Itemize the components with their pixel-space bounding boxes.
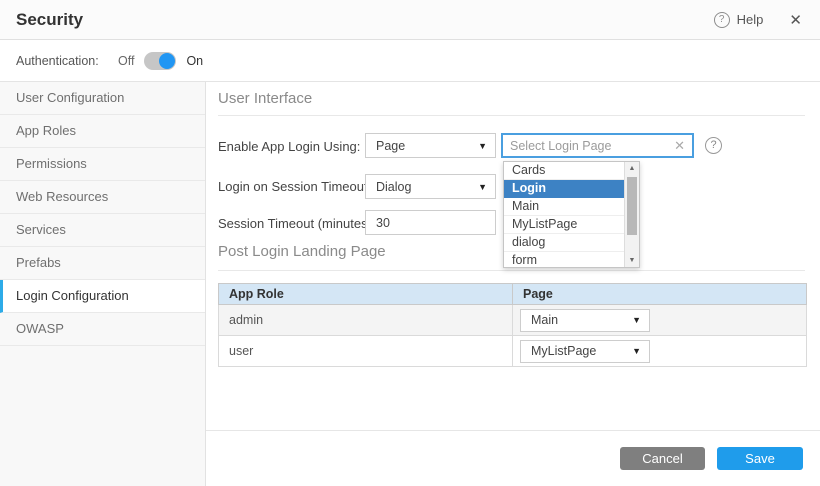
table-row: admin Main ▼ — [218, 305, 807, 336]
toggle-on-label: On — [186, 54, 203, 68]
toggle-knob — [159, 53, 175, 69]
scroll-down-icon[interactable]: ▼ — [625, 254, 639, 267]
sidebar-item-owasp[interactable]: OWASP — [0, 313, 205, 346]
app-role-cell: admin — [219, 305, 512, 335]
sidebar-item-permissions[interactable]: Permissions — [0, 148, 205, 181]
dropdown-option-list: Cards Login Main MyListPage dialog form — [504, 162, 624, 268]
toggle-off-label: Off — [118, 54, 134, 68]
clear-icon[interactable]: ✕ — [674, 138, 685, 154]
column-header-app-role: App Role — [219, 287, 512, 301]
sidebar-item-services[interactable]: Services — [0, 214, 205, 247]
dropdown-option-mylistpage[interactable]: MyListPage — [504, 216, 624, 234]
scrollbar-thumb[interactable] — [627, 177, 637, 235]
authentication-row: Authentication: Off On — [0, 41, 820, 82]
save-button[interactable]: Save — [717, 447, 803, 470]
login-configuration-panel: User Interface Enable App Login Using: P… — [206, 82, 820, 486]
help-icon[interactable]: ? — [714, 12, 730, 28]
session-timeout-login-label: Login on Session Timeout: — [218, 179, 371, 194]
session-timeout-login-select[interactable]: Dialog ▼ — [365, 174, 496, 199]
close-icon[interactable]: ✕ — [789, 11, 802, 29]
field-help-icon[interactable]: ? — [705, 137, 722, 154]
sidebar-item-app-roles[interactable]: App Roles — [0, 115, 205, 148]
user-page-select[interactable]: MyListPage ▼ — [520, 340, 650, 363]
titlebar-actions: ? Help ✕ — [714, 11, 802, 29]
session-timeout-minutes-label: Session Timeout (minutes): — [218, 216, 376, 231]
dropdown-option-form[interactable]: form — [504, 252, 624, 268]
footer-divider — [206, 430, 820, 431]
dropdown-option-dialog[interactable]: dialog — [504, 234, 624, 252]
chevron-down-icon: ▼ — [632, 315, 641, 325]
login-page-search-input[interactable] — [510, 139, 674, 153]
sidebar: User Configuration App Roles Permissions… — [0, 82, 206, 486]
security-dialog: Security ? Help ✕ Authentication: Off On… — [0, 0, 820, 486]
user-interface-section-title: User Interface — [218, 90, 312, 107]
enable-app-login-select[interactable]: Page ▼ — [365, 133, 496, 158]
chevron-down-icon: ▼ — [478, 141, 487, 151]
authentication-label: Authentication: — [16, 54, 118, 68]
authentication-toggle[interactable] — [144, 52, 176, 70]
sidebar-item-user-configuration[interactable]: User Configuration — [0, 82, 205, 115]
user-page-value: MyListPage — [531, 344, 596, 358]
section-divider — [218, 115, 805, 116]
chevron-down-icon: ▼ — [478, 182, 487, 192]
page-title: Security — [16, 10, 83, 30]
admin-page-select[interactable]: Main ▼ — [520, 309, 650, 332]
sidebar-item-prefabs[interactable]: Prefabs — [0, 247, 205, 280]
titlebar: Security ? Help ✕ — [0, 0, 820, 40]
table-row: user MyListPage ▼ — [218, 336, 807, 367]
page-cell: Main ▼ — [512, 305, 806, 335]
dropdown-scrollbar[interactable]: ▲ ▼ — [624, 162, 639, 267]
enable-app-login-value: Page — [376, 139, 405, 153]
session-timeout-login-value: Dialog — [376, 180, 411, 194]
dropdown-option-cards[interactable]: Cards — [504, 162, 624, 180]
column-header-page: Page — [512, 284, 806, 304]
chevron-down-icon: ▼ — [632, 346, 641, 356]
sidebar-item-login-configuration[interactable]: Login Configuration — [0, 280, 205, 313]
scroll-up-icon[interactable]: ▲ — [625, 162, 639, 175]
admin-page-value: Main — [531, 313, 558, 327]
post-login-table: App Role Page admin Main ▼ user MyListPa… — [218, 283, 807, 367]
sidebar-item-web-resources[interactable]: Web Resources — [0, 181, 205, 214]
section-divider — [218, 270, 805, 271]
cancel-button[interactable]: Cancel — [620, 447, 705, 470]
login-page-dropdown: Cards Login Main MyListPage dialog form … — [503, 161, 640, 268]
dropdown-option-login[interactable]: Login — [504, 180, 624, 198]
table-header-row: App Role Page — [218, 283, 807, 305]
app-role-cell: user — [219, 336, 512, 366]
post-login-section-title: Post Login Landing Page — [218, 243, 386, 260]
help-link[interactable]: Help — [737, 12, 764, 27]
session-timeout-minutes-input[interactable] — [365, 210, 496, 235]
enable-app-login-label: Enable App Login Using: — [218, 139, 360, 154]
dropdown-option-main[interactable]: Main — [504, 198, 624, 216]
page-cell: MyListPage ▼ — [512, 336, 806, 366]
login-page-search-box: ✕ — [501, 133, 694, 158]
